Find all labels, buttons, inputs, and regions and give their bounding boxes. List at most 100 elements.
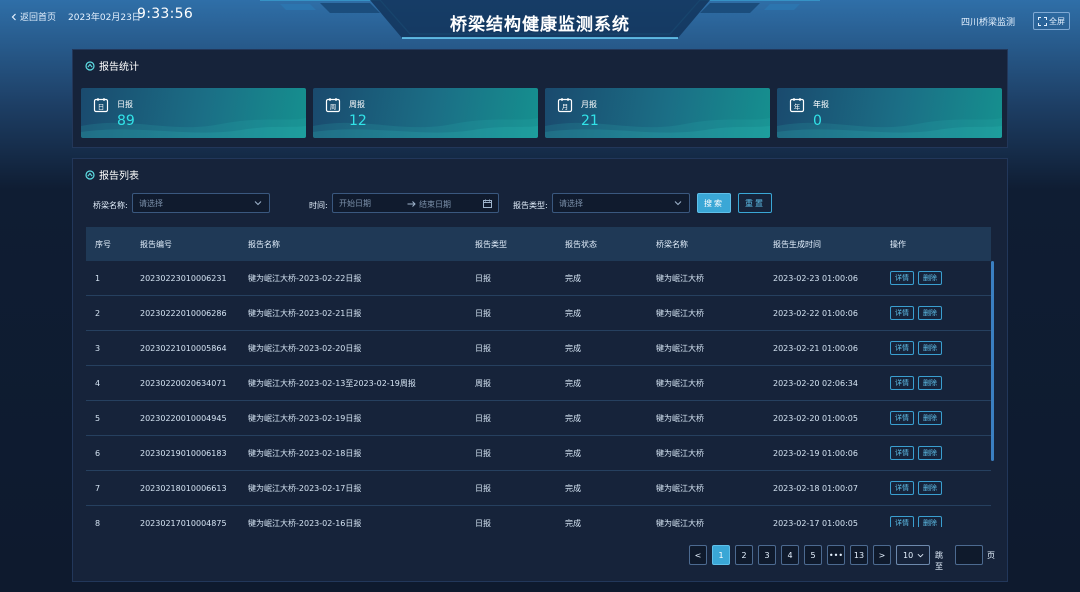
page-size-select[interactable]: 10 [896,545,930,565]
calendar-year-icon: 年 [789,98,805,113]
delete-button[interactable]: 删除 [918,446,942,460]
col-index: 4 [95,378,101,388]
delete-button[interactable]: 删除 [918,271,942,285]
system-title: 桥梁结构健康监测系统 [450,15,630,35]
col-report-no: 20230218010006613 [140,483,227,493]
detail-button[interactable]: 详情 [890,446,914,460]
back-home-label: 返回首页 [20,13,57,23]
delete-button[interactable]: 删除 [918,481,942,495]
col-index: 2 [95,308,101,318]
col-report-type: 日报 [475,483,491,493]
row-actions: 详情 删除 [890,341,946,355]
page-button-3[interactable]: 3 [758,545,776,565]
report-stats-header: 报告统计 [85,58,139,73]
organization-name: 四川桥梁监测 [961,18,1016,28]
col-index: 3 [95,343,101,353]
report-list-title: 报告列表 [99,171,139,182]
table-row[interactable]: 2 20230222010006286 犍为岷江大桥-2023-02-21日报 日报 完… [86,296,991,331]
col-report-name: 犍为岷江大桥-2023-02-20日报 [248,343,362,353]
col-index: 1 [95,273,101,283]
fullscreen-label: 全屏 [1049,16,1065,26]
table-row[interactable]: 6 20230219010006183 犍为岷江大桥-2023-02-18日报 日报 完… [86,436,991,471]
col-report-type: 日报 [475,448,491,458]
chevron-left-icon [11,13,16,20]
table-row[interactable]: 3 20230221010005864 犍为岷江大桥-2023-02-20日报 日报 完… [86,331,991,366]
table-row[interactable]: 8 20230217010004875 犍为岷江大桥-2023-02-16日报 日报 完… [86,506,991,527]
col-report-name: 犍为岷江大桥-2023-02-19日报 [248,413,362,423]
current-date: 2023年02月23日 [68,13,141,23]
stat-label: 周报 [349,100,365,109]
col-report-no: 20230219010006183 [140,448,227,458]
delete-button[interactable]: 删除 [918,376,942,390]
detail-button[interactable]: 详情 [890,516,914,527]
row-actions: 详情 删除 [890,446,946,460]
page-button-5[interactable]: 5 [804,545,822,565]
col-report-type: 日报 [475,343,491,353]
stat-value: 0 [813,113,822,129]
svg-text:日: 日 [98,103,105,111]
col-report-status: 完成 [565,518,581,528]
stat-card-1: 周 周报 12 [313,88,538,138]
calendar-day-icon: 日 [93,98,109,113]
report-stats-panel: 报告统计 日 日报 89 周 周报 12 月 月报 21 年 年报 0 [72,49,1008,148]
col-report-no: 20230220020634071 [140,378,227,388]
search-button[interactable]: 搜索 [697,193,731,213]
col-report-status: 完成 [565,483,581,493]
section-title-icon [85,60,95,71]
next-page-button[interactable]: > [873,545,891,565]
table-row[interactable]: 5 20230220010004945 犍为岷江大桥-2023-02-19日报 日报 完… [86,401,991,436]
page-button-2[interactable]: 2 [735,545,753,565]
col-generated-time: 2023-02-21 01:00:06 [773,343,858,353]
detail-button[interactable]: 详情 [890,481,914,495]
svg-text:年: 年 [794,102,801,111]
arrow-right-icon [407,201,416,207]
reset-button[interactable]: 重置 [738,193,772,213]
back-home-button[interactable]: 返回首页 [10,10,56,23]
col-generated-time: 2023-02-18 01:00:07 [773,483,858,493]
table-row[interactable]: 1 20230223010006231 犍为岷江大桥-2023-02-22日报 日报 完… [86,261,991,296]
page-unit-label: 页 [987,551,995,560]
header-col-index: 序号 [95,239,111,249]
col-report-status: 完成 [565,378,581,388]
detail-button[interactable]: 详情 [890,271,914,285]
detail-button[interactable]: 详情 [890,306,914,320]
more-pages-button[interactable]: ••• [827,545,845,565]
delete-button[interactable]: 删除 [918,516,942,527]
detail-button[interactable]: 详情 [890,376,914,390]
chevron-down-icon [254,201,262,206]
col-bridge-name: 犍为岷江大桥 [656,273,704,283]
goto-page-input[interactable] [955,545,983,565]
delete-button[interactable]: 删除 [918,411,942,425]
title-banner: 桥梁结构健康监测系统 [260,0,820,40]
report-table: 序号 报告编号 报告名称 报告类型 报告状态 桥梁名称 报告生成时间 操作 1 20230223… [86,227,991,527]
calendar-month-icon: 月 [557,98,573,113]
bridge-select[interactable]: 请选择 [132,193,270,213]
date-range-picker[interactable]: 开始日期 结束日期 [332,193,499,213]
calendar-week-icon: 周 [325,98,341,113]
col-report-type: 周报 [475,378,491,388]
stat-value: 21 [581,113,599,129]
report-list-header: 报告列表 [85,167,139,182]
stat-label: 月报 [581,100,597,109]
col-report-no: 20230222010006286 [140,308,227,318]
delete-button[interactable]: 删除 [918,306,942,320]
detail-button[interactable]: 详情 [890,411,914,425]
report-type-select[interactable]: 请选择 [552,193,690,213]
col-report-status: 完成 [565,308,581,318]
table-row[interactable]: 4 20230220020634071 犍为岷江大桥-2023-02-13至2023… [86,366,991,401]
col-report-name: 犍为岷江大桥-2023-02-16日报 [248,518,362,528]
fullscreen-button[interactable]: 全屏 [1033,12,1070,30]
table-scrollbar[interactable] [991,261,994,461]
prev-page-button[interactable]: < [689,545,707,565]
delete-button[interactable]: 删除 [918,341,942,355]
page-button-1[interactable]: 1 [712,545,730,565]
detail-button[interactable]: 详情 [890,341,914,355]
col-report-name: 犍为岷江大桥-2023-02-21日报 [248,308,362,318]
chevron-down-icon [674,201,682,206]
col-report-no: 20230221010005864 [140,343,227,353]
row-actions: 详情 删除 [890,411,946,425]
page-button-13[interactable]: 13 [850,545,868,565]
table-row[interactable]: 7 20230218010006613 犍为岷江大桥-2023-02-17日报 日报 完… [86,471,991,506]
col-report-no: 20230217010004875 [140,518,227,528]
page-button-4[interactable]: 4 [781,545,799,565]
